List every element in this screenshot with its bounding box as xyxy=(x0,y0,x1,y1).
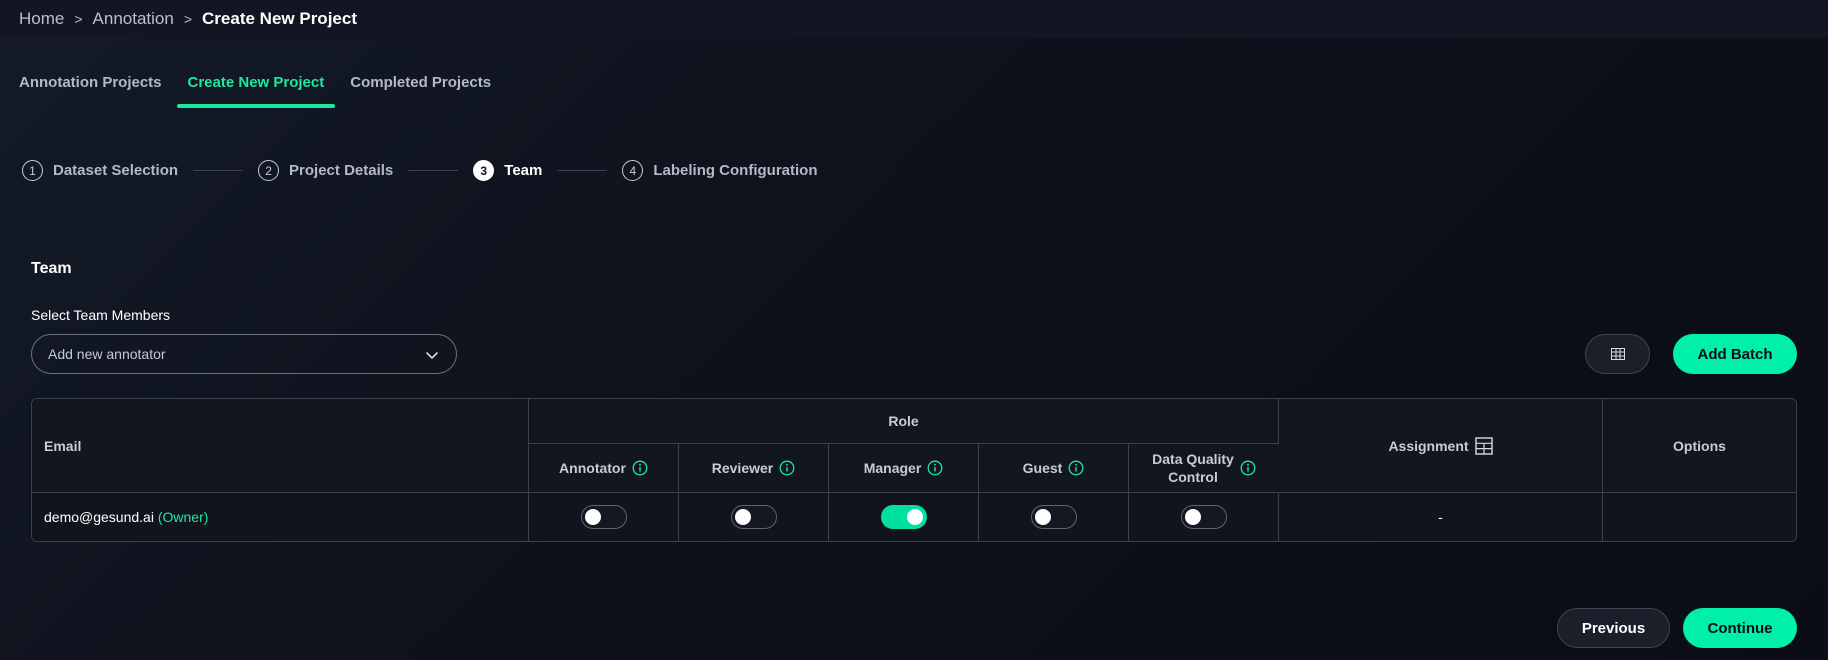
project-tabs: Annotation Projects Create New Project C… xyxy=(19,72,517,108)
step-label: Labeling Configuration xyxy=(653,162,818,179)
continue-button[interactable]: Continue xyxy=(1683,608,1797,648)
annotator-toggle[interactable] xyxy=(580,505,627,529)
add-batch-button[interactable]: Add Batch xyxy=(1673,334,1797,374)
add-annotator-select[interactable]: Add new annotator xyxy=(31,334,457,374)
column-header-email: Email xyxy=(32,399,529,493)
select-team-members-label: Select Team Members xyxy=(31,307,171,323)
info-icon[interactable] xyxy=(927,460,943,476)
breadcrumb-home[interactable]: Home xyxy=(19,9,64,29)
annotator-cell xyxy=(529,493,679,541)
toggle-knob xyxy=(1184,509,1201,525)
step-label: Dataset Selection xyxy=(53,162,179,179)
step-number: 2 xyxy=(258,160,280,181)
data-quality-control-cell xyxy=(1129,493,1279,541)
breadcrumb-separator: > xyxy=(74,11,83,27)
step-dataset-selection[interactable]: 1 Dataset Selection xyxy=(22,160,178,181)
toggle-knob xyxy=(584,509,601,525)
member-email: demo@gesund.ai xyxy=(44,509,154,525)
guest-cell xyxy=(979,493,1129,541)
annotator-label: Annotator xyxy=(559,460,626,476)
breadcrumb-current: Create New Project xyxy=(202,9,357,28)
data-quality-control-label: Data Quality Control xyxy=(1152,450,1234,486)
table-grid-icon xyxy=(1610,348,1625,360)
column-header-annotator: Annotator xyxy=(529,444,679,493)
tab-completed-projects[interactable]: Completed Projects xyxy=(350,72,491,108)
manager-toggle[interactable] xyxy=(880,505,927,529)
info-icon[interactable] xyxy=(632,460,648,476)
dq-line-1: Data Quality xyxy=(1152,451,1234,467)
select-placeholder: Add new annotator xyxy=(48,346,166,362)
reviewer-cell xyxy=(679,493,829,541)
manager-cell xyxy=(829,493,979,541)
toggle-knob xyxy=(906,509,923,525)
column-header-data-quality-control: Data Quality Control xyxy=(1129,444,1279,493)
breadcrumb-annotation[interactable]: Annotation xyxy=(93,9,174,29)
table-row: demo@gesund.ai (Owner) - xyxy=(32,493,1796,541)
table-view-button[interactable] xyxy=(1585,334,1650,374)
step-connector xyxy=(557,170,608,171)
stepper: 1 Dataset Selection 2 Project Details 3 … xyxy=(22,160,818,181)
assignment-label: Assignment xyxy=(1388,437,1469,454)
manager-label: Manager xyxy=(863,460,922,476)
breadcrumb: Home > Annotation > Create New Project xyxy=(19,9,357,29)
guest-label: Guest xyxy=(1022,460,1063,476)
reviewer-label: Reviewer xyxy=(711,460,774,476)
column-header-options: Options xyxy=(1603,399,1796,493)
data-quality-control-toggle[interactable] xyxy=(1180,505,1227,529)
step-team[interactable]: 3 Team xyxy=(473,160,542,181)
column-header-reviewer: Reviewer xyxy=(679,444,829,493)
column-header-manager: Manager xyxy=(829,444,979,493)
chevron-down-icon xyxy=(426,352,438,359)
dq-line-2: Control xyxy=(1168,469,1218,485)
column-header-role: Role xyxy=(529,399,1279,444)
column-header-assignment: Assignment xyxy=(1279,399,1603,493)
info-icon[interactable] xyxy=(779,460,795,476)
info-icon[interactable] xyxy=(1068,460,1084,476)
step-number: 4 xyxy=(622,160,644,181)
table-grid-icon[interactable] xyxy=(1474,436,1493,455)
step-number: 3 xyxy=(473,160,495,181)
tab-annotation-projects[interactable]: Annotation Projects xyxy=(19,72,162,108)
guest-toggle[interactable] xyxy=(1030,505,1077,529)
email-cell: demo@gesund.ai (Owner) xyxy=(32,493,529,541)
tab-create-new-project[interactable]: Create New Project xyxy=(176,72,336,108)
assignment-cell: - xyxy=(1279,493,1603,541)
step-number: 1 xyxy=(22,160,43,181)
column-header-guest: Guest xyxy=(979,444,1129,493)
step-label: Team xyxy=(504,162,543,179)
reviewer-toggle[interactable] xyxy=(730,505,777,529)
breadcrumb-separator: > xyxy=(183,11,193,27)
step-labeling-configuration[interactable]: 4 Labeling Configuration xyxy=(622,160,818,181)
info-icon[interactable] xyxy=(1240,460,1256,476)
options-cell xyxy=(1603,493,1796,541)
owner-tag: (Owner) xyxy=(157,509,209,525)
step-connector xyxy=(408,170,459,171)
toggle-knob xyxy=(1034,509,1051,525)
step-project-details[interactable]: 2 Project Details xyxy=(258,160,393,181)
step-connector xyxy=(193,170,244,171)
toggle-knob xyxy=(734,509,751,525)
team-table: Email Role Assignment Options Annotator … xyxy=(31,398,1797,542)
step-label: Project Details xyxy=(289,162,394,179)
section-title: Team xyxy=(31,260,72,277)
previous-button[interactable]: Previous xyxy=(1557,608,1670,648)
assignment-value: - xyxy=(1438,509,1443,525)
